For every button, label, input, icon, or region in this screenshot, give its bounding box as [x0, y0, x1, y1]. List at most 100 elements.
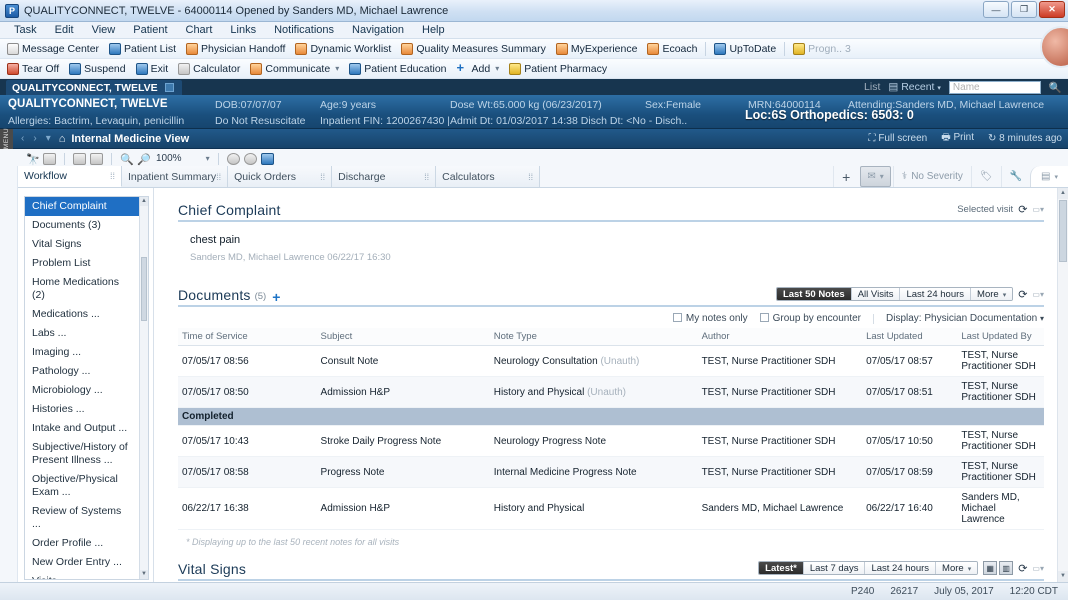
menu-item-links[interactable]: Links: [222, 23, 264, 37]
back-button[interactable]: ‹: [21, 133, 24, 144]
tab-resize-grip[interactable]: ⁞⁞: [110, 171, 115, 181]
toolbar-button-patient-pharmacy[interactable]: Patient Pharmacy: [504, 63, 612, 75]
refresh-icon[interactable]: ⟳: [1018, 203, 1027, 216]
menu-item-chart[interactable]: Chart: [178, 23, 221, 37]
toolbar-button-dynamic-worklist[interactable]: Dynamic Worklist: [290, 43, 396, 55]
export-icon[interactable]: [261, 153, 274, 165]
sidebar-item-objective-physical-exam[interactable]: Objective/Physical Exam ...: [25, 470, 139, 502]
column-header-time-of-service[interactable]: Time of Service: [178, 328, 317, 346]
section-menu-icon[interactable]: ▭▾: [1032, 205, 1044, 214]
patient-tab[interactable]: QUALITYCONNECT, TWELVE: [6, 80, 182, 95]
sidebar-item-subjective-history-of-present-illness[interactable]: Subjective/History of Present Illness ..…: [25, 438, 139, 470]
sidebar-item-intake-and-output[interactable]: Intake and Output ...: [25, 419, 139, 438]
toolbar-button-tear-off[interactable]: Tear Off: [2, 63, 64, 75]
column-header-note-type[interactable]: Note Type: [490, 328, 698, 346]
toolbar-button-quality-measures-summary[interactable]: Quality Measures Summary: [396, 43, 551, 55]
tab-resize-grip[interactable]: ⁞⁞: [320, 172, 325, 182]
sidebar-item-chief-complaint[interactable]: Chief Complaint: [25, 197, 139, 216]
minimize-button[interactable]: —: [983, 1, 1009, 18]
add-tab-button[interactable]: +: [833, 166, 858, 187]
record-icon[interactable]: [244, 153, 257, 165]
sidebar-item-medications[interactable]: Medications ...: [25, 305, 139, 324]
toolbar-button-exit[interactable]: Exit: [131, 63, 174, 75]
sidebar-item-imaging[interactable]: Imaging ...: [25, 343, 139, 362]
chevron-down-icon[interactable]: ▾: [968, 566, 972, 573]
menu-item-help[interactable]: Help: [414, 23, 453, 37]
toolbar-button-calculator[interactable]: Calculator: [173, 63, 245, 75]
menu-side-tab[interactable]: MENU: [0, 129, 13, 149]
sidebar-item-documents-3[interactable]: Documents (3): [25, 216, 139, 235]
zoom-out-icon[interactable]: 🔎: [137, 153, 150, 165]
print-icon[interactable]: [73, 153, 86, 165]
sidebar-item-histories[interactable]: Histories ...: [25, 400, 139, 419]
documents-add-button[interactable]: +: [272, 291, 280, 303]
toolbar-button-myexperience[interactable]: MyExperience: [551, 43, 643, 55]
table-row[interactable]: 06/22/17 16:38Admission H&PHistory and P…: [178, 488, 1044, 530]
table-row[interactable]: 07/05/17 10:43Stroke Daily Progress Note…: [178, 426, 1044, 457]
home-icon[interactable]: ⌂: [59, 133, 66, 145]
sidebar-item-microbiology[interactable]: Microbiology ...: [25, 381, 139, 400]
zoom-in-icon[interactable]: 🔍: [120, 153, 133, 165]
table-group-row[interactable]: Completed: [178, 408, 1044, 426]
toolbar-button-ecoach[interactable]: Ecoach: [642, 43, 702, 55]
close-button[interactable]: ✕: [1039, 1, 1065, 18]
scroll-down-arrow[interactable]: ▼: [140, 570, 148, 579]
sidebar-item-visits[interactable]: Visits ...: [25, 572, 139, 580]
severity-indicator[interactable]: ⚕No Severity: [893, 166, 971, 187]
content-scroll-down-arrow[interactable]: ▼: [1058, 571, 1068, 582]
sidebar-item-vital-signs[interactable]: Vital Signs: [25, 235, 139, 254]
full-screen-button[interactable]: ⛶ Full screen: [869, 133, 928, 144]
menu-item-edit[interactable]: Edit: [47, 23, 82, 37]
group-by-encounter-checkbox[interactable]: Group by encounter: [760, 313, 861, 324]
toolbar-button-communicate[interactable]: Communicate▾: [245, 63, 344, 75]
maximize-button[interactable]: ❐: [1011, 1, 1037, 18]
sidebar-item-pathology[interactable]: Pathology ...: [25, 362, 139, 381]
copy-icon[interactable]: [90, 153, 103, 165]
toolbar-button-patient-list[interactable]: Patient List: [104, 43, 181, 55]
column-header-author[interactable]: Author: [698, 328, 863, 346]
tab-resize-grip[interactable]: ⁞⁞: [424, 172, 429, 182]
tab-view-toggle[interactable]: ✉▾: [860, 166, 890, 187]
toolbar-button-add[interactable]: +Add▾: [452, 63, 505, 75]
recent-button[interactable]: ▤ Recent ▾: [888, 81, 941, 93]
toolbar-button-physician-handoff[interactable]: Physician Handoff: [181, 43, 290, 55]
toolbar-button-progn-3[interactable]: Progn.. 3: [788, 43, 856, 55]
vital-signs-menu-icon[interactable]: ▭▾: [1032, 564, 1044, 573]
patient-tab-close-icon[interactable]: [165, 83, 174, 92]
chevron-down-icon[interactable]: ▾: [335, 64, 339, 73]
tab-quick-orders[interactable]: Quick Orders⁞⁞: [228, 166, 332, 187]
nav-dropdown-button[interactable]: ▾: [46, 133, 51, 144]
documents-filter-more[interactable]: More▾: [971, 288, 1012, 300]
print-button[interactable]: 🖶 Print: [941, 130, 974, 147]
table-row[interactable]: 07/05/17 08:50Admission H&PHistory and P…: [178, 377, 1044, 408]
patient-search-input[interactable]: Name: [949, 81, 1041, 94]
column-header-last-updated-by[interactable]: Last Updated By: [957, 328, 1044, 346]
documents-filter-last-24-hours[interactable]: Last 24 hours: [900, 288, 971, 300]
search-icon[interactable]: 🔍: [1049, 81, 1062, 94]
sidebar-item-labs[interactable]: Labs ...: [25, 324, 139, 343]
zoom-dropdown-icon[interactable]: ▾: [206, 154, 210, 163]
documents-menu-icon[interactable]: ▭▾: [1032, 290, 1044, 299]
selected-visit-label[interactable]: Selected visit: [957, 204, 1013, 215]
display-dropdown[interactable]: Display: Physician Documentation ▾: [886, 313, 1044, 324]
sidebar-scrollbar[interactable]: ▲ ▼: [139, 197, 148, 579]
table-view-icon[interactable]: ▦: [983, 561, 997, 575]
forward-button[interactable]: ›: [33, 133, 36, 144]
toolbar-button-message-center[interactable]: Message Center: [2, 43, 104, 55]
list-view-icon[interactable]: ▤▾: [1030, 166, 1068, 187]
documents-refresh-icon[interactable]: ⟳: [1018, 288, 1027, 301]
menu-item-patient[interactable]: Patient: [125, 23, 175, 37]
scroll-up-arrow[interactable]: ▲: [140, 197, 148, 206]
vital-signs-filter-more[interactable]: More▾: [936, 562, 977, 574]
menu-item-navigation[interactable]: Navigation: [344, 23, 412, 37]
tab-calculators[interactable]: Calculators⁞⁞: [436, 166, 540, 187]
tab-discharge[interactable]: Discharge⁞⁞: [332, 166, 436, 187]
chevron-down-icon[interactable]: ▾: [495, 64, 499, 73]
tab-inpatient-summary[interactable]: Inpatient Summary⁞⁞: [122, 166, 228, 187]
content-scroll-up-arrow[interactable]: ▲: [1058, 188, 1068, 199]
wrench-icon[interactable]: 🔧: [1001, 166, 1030, 187]
toolbar-button-patient-education[interactable]: Patient Education: [344, 63, 451, 75]
toolbar-button-suspend[interactable]: Suspend: [64, 63, 130, 75]
vital-signs-filter-last-24-hours[interactable]: Last 24 hours: [865, 562, 936, 574]
menu-item-view[interactable]: View: [84, 23, 124, 37]
